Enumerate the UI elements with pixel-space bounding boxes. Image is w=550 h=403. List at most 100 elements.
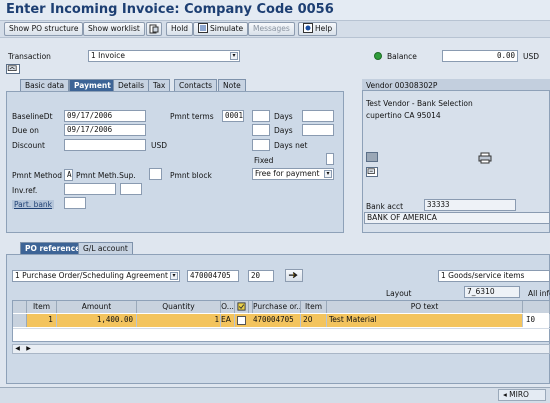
col-quantity[interactable]: Quantity bbox=[137, 301, 221, 313]
cell-quantity[interactable]: 1 bbox=[137, 314, 221, 327]
fixed-label: Fixed bbox=[254, 156, 274, 165]
baseline-date-label: BaselineDt bbox=[12, 112, 53, 121]
pmnt-method-input[interactable]: A bbox=[64, 169, 73, 181]
vendor-change-button[interactable] bbox=[366, 167, 378, 177]
horizontal-scrollbar[interactable] bbox=[12, 344, 550, 354]
po-number-input[interactable]: 470004705 bbox=[187, 270, 239, 282]
hold-button[interactable]: Hold bbox=[166, 22, 194, 36]
layout-label: Layout bbox=[386, 289, 412, 298]
goods-items-value: 1 Goods/service items bbox=[441, 271, 525, 280]
col-item[interactable]: Item bbox=[27, 301, 57, 313]
help-icon bbox=[303, 23, 313, 33]
simulate-icon bbox=[198, 23, 208, 33]
cell-amount[interactable]: 1,400.00 bbox=[57, 314, 137, 327]
col-extra[interactable] bbox=[523, 301, 550, 313]
cell-po-text[interactable]: Test Material bbox=[327, 314, 523, 327]
layout-field[interactable]: 7_6310 bbox=[464, 286, 520, 298]
tab-payment[interactable]: Payment bbox=[69, 79, 116, 91]
reference-type-select[interactable]: 1 Purchase Order/Scheduling Agreement ▾ bbox=[12, 270, 180, 282]
reference-type-value: 1 Purchase Order/Scheduling Agreement bbox=[15, 271, 168, 280]
inv-ref-label: Inv.ref. bbox=[12, 186, 38, 195]
col-po-item[interactable]: Item bbox=[301, 301, 327, 313]
tab-details[interactable]: Details bbox=[113, 79, 150, 91]
pmnt-terms-input[interactable]: 0001 bbox=[222, 110, 244, 122]
row-checkbox[interactable] bbox=[237, 316, 246, 325]
cell-item[interactable]: 1 bbox=[27, 314, 57, 327]
balance-label: Balance bbox=[387, 52, 417, 61]
pmnt-method-label: Pmnt Method bbox=[12, 171, 63, 180]
show-worklist-button[interactable]: Show worklist bbox=[83, 22, 145, 36]
discount-label: Discount bbox=[12, 141, 45, 150]
fixed-checkbox[interactable] bbox=[326, 153, 334, 165]
show-po-structure-button[interactable]: Show PO structure bbox=[4, 22, 84, 36]
print-button[interactable] bbox=[478, 152, 492, 164]
printer-icon bbox=[478, 152, 492, 164]
window-title: Enter Incoming Invoice: Company Code 005… bbox=[6, 2, 334, 17]
col-select[interactable] bbox=[235, 301, 249, 313]
tab-basic-data[interactable]: Basic data bbox=[20, 79, 70, 91]
part-bank-input[interactable] bbox=[64, 197, 86, 209]
baseline-date-input[interactable]: 09/17/2006 bbox=[64, 110, 146, 122]
messages-button[interactable]: Messages bbox=[248, 22, 295, 36]
pmnt-block-select[interactable]: Free for payment ▾ bbox=[252, 168, 334, 180]
scroll-left-icon[interactable]: ◀ bbox=[13, 345, 22, 353]
help-button[interactable]: Help bbox=[298, 22, 338, 36]
tab-po-reference[interactable]: PO reference bbox=[20, 242, 86, 254]
days-1-label: Days bbox=[274, 112, 293, 121]
row-selector[interactable] bbox=[13, 314, 27, 327]
col-po-text[interactable]: PO text bbox=[327, 301, 523, 313]
tab-note[interactable]: Note bbox=[218, 79, 246, 91]
cell-po-item[interactable]: 20 bbox=[301, 314, 327, 327]
cell-unit[interactable]: EA bbox=[221, 314, 235, 327]
simulate-label: Simulate bbox=[210, 24, 244, 33]
days-net-label: Days net bbox=[274, 141, 308, 150]
all-info-label: All info bbox=[528, 289, 550, 298]
tab-contacts[interactable]: Contacts bbox=[174, 79, 218, 91]
transaction-label: Transaction bbox=[8, 52, 51, 61]
checkbox-header-icon bbox=[237, 302, 246, 311]
percent-1-input[interactable] bbox=[302, 110, 334, 122]
cell-extra[interactable]: I0 bbox=[523, 314, 550, 327]
hold-label: Hold bbox=[171, 24, 189, 33]
goods-items-select[interactable]: 1 Goods/service items bbox=[438, 270, 550, 282]
pmnt-block-value: Free for payment bbox=[255, 169, 320, 178]
percent-2-input[interactable] bbox=[302, 124, 334, 136]
select-all-cell[interactable] bbox=[13, 301, 27, 313]
simulate-button[interactable]: Simulate bbox=[193, 22, 249, 36]
other-invoice-button[interactable] bbox=[146, 22, 162, 36]
po-item-input[interactable]: 20 bbox=[248, 270, 274, 282]
transaction-code: MIRO bbox=[509, 390, 529, 399]
transfer-po-button[interactable] bbox=[285, 269, 303, 282]
dropdown-icon: ▾ bbox=[324, 170, 332, 178]
arrow-right-icon bbox=[288, 272, 298, 279]
days-net-input[interactable] bbox=[252, 139, 270, 151]
tab-gl-account[interactable]: G/L account bbox=[78, 242, 133, 254]
balance-currency: USD bbox=[523, 52, 540, 61]
pmnt-method-extra-input[interactable] bbox=[149, 168, 162, 180]
tab-tax[interactable]: Tax bbox=[148, 79, 171, 91]
cell-purchase-order[interactable]: 470004705 bbox=[253, 314, 301, 327]
balance-status-icon bbox=[374, 52, 382, 60]
help-label: Help bbox=[315, 24, 333, 33]
pmnt-block-label: Pmnt block bbox=[170, 171, 212, 180]
col-order-unit[interactable]: O... bbox=[221, 301, 235, 313]
expand-header-button[interactable] bbox=[6, 64, 20, 74]
empty-table-row bbox=[13, 328, 550, 341]
scroll-right-icon[interactable]: ▶ bbox=[24, 345, 33, 353]
days-1-input[interactable] bbox=[252, 110, 270, 122]
discount-input[interactable] bbox=[64, 139, 146, 151]
expand-icon bbox=[7, 65, 17, 71]
due-on-label: Due on bbox=[12, 126, 39, 135]
pmnt-terms-label: Pmnt terms bbox=[170, 112, 214, 121]
part-bank-label[interactable]: Part. bank bbox=[12, 200, 55, 209]
vendor-detail-button[interactable] bbox=[366, 152, 378, 162]
inv-ref-year-input[interactable] bbox=[120, 183, 142, 195]
days-2-input[interactable] bbox=[252, 124, 270, 136]
inv-ref-input[interactable] bbox=[64, 183, 116, 195]
col-purchase-order[interactable]: Purchase or... bbox=[253, 301, 301, 313]
transaction-select[interactable]: 1 Invoice ▾ bbox=[88, 50, 240, 62]
due-on-input[interactable]: 09/17/2006 bbox=[64, 124, 146, 136]
status-bar bbox=[0, 387, 550, 403]
system-info-field[interactable]: ◂ MIRO bbox=[498, 389, 546, 401]
col-amount[interactable]: Amount bbox=[57, 301, 137, 313]
